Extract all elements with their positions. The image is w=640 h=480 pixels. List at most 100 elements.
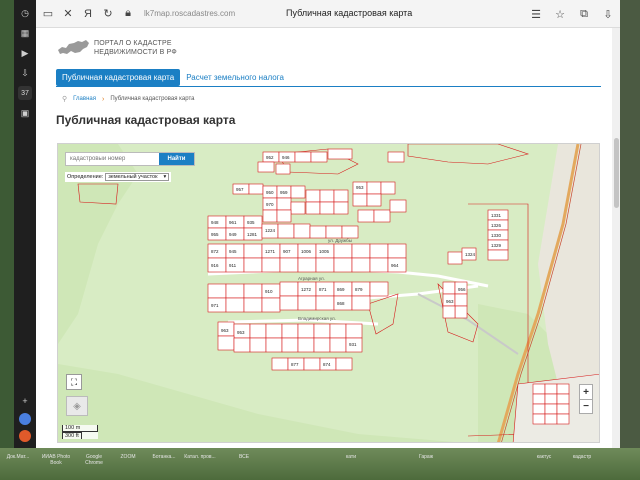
parcel-label: 907: [283, 249, 291, 254]
chevron-down-icon: ▾: [163, 174, 167, 180]
parcel-label: 948: [211, 220, 219, 225]
bookmark-star-icon[interactable]: ☆: [552, 6, 568, 22]
close-tab-icon[interactable]: ✕: [60, 6, 76, 22]
parcel-label: 971: [211, 303, 219, 308]
parcel-label: 1331: [491, 213, 502, 218]
parcel-label: 916: [211, 263, 219, 268]
parcel-label: 868: [337, 301, 345, 306]
parcel-label: 869: [337, 287, 345, 292]
parcel-label: 1006: [301, 249, 312, 254]
cadastral-number-input[interactable]: [66, 153, 159, 165]
definition-value: земельный участок: [108, 174, 158, 180]
tabs-icon[interactable]: ▦: [18, 26, 32, 40]
page-scrollbar[interactable]: [612, 28, 620, 448]
parcel-label: 957: [236, 187, 244, 192]
russia-map-logo: [58, 40, 89, 54]
fullscreen-button[interactable]: ⛶: [66, 374, 82, 390]
parcel-label: 963: [221, 328, 229, 333]
tab-land-tax[interactable]: Расчет земельного налога: [186, 73, 284, 82]
parcel-label: 910: [265, 289, 273, 294]
desktop-shortcut[interactable]: Google Chrome: [78, 454, 110, 466]
parcel-label: 955: [211, 232, 219, 237]
parcel-label: 874: [323, 362, 331, 367]
parcel-label: 1324: [465, 252, 476, 257]
parcel-label: 953: [356, 185, 364, 190]
desktop-shortcut[interactable]: ZOOM: [112, 454, 144, 460]
desktop-shortcut[interactable]: кактус: [528, 454, 560, 460]
parcel-label: 1329: [491, 243, 502, 248]
browser-window: ▭ ✕ Я ↻ 🔒︎ lk7map.roscadastres.com Публи…: [36, 0, 620, 448]
street-label: Аграрная ул.: [298, 276, 325, 281]
breadcrumb-current: Публичная кадастровая карта: [110, 96, 195, 102]
desktop-shortcut[interactable]: Ботанка...: [148, 454, 180, 460]
map-scale: 100 m 300 ft: [62, 425, 98, 439]
cadastral-map[interactable]: 952 946 957 950 959 953 970 948 961 935 …: [57, 143, 600, 443]
breadcrumb-chevron-icon: ›: [101, 95, 105, 103]
app-icon-blue[interactable]: [19, 413, 31, 425]
desktop-shortcut[interactable]: Гараж: [410, 454, 442, 460]
url-field[interactable]: lk7map.roscadastres.com: [144, 9, 264, 18]
parcel-label: 970: [266, 202, 274, 207]
layers-icon: ◈: [73, 400, 81, 412]
parcel-label: 872: [211, 249, 219, 254]
parcel-label: 877: [291, 362, 299, 367]
history-icon[interactable]: ◷: [18, 6, 32, 20]
cadastral-search: Найти: [65, 152, 195, 166]
parcel-label: 950: [266, 190, 274, 195]
scrollbar-thumb[interactable]: [614, 138, 619, 208]
zoom-out-button[interactable]: −: [580, 399, 592, 413]
app-icon-orange[interactable]: [19, 430, 31, 442]
desktop-shortcut[interactable]: ИИАВ Photo Book: [40, 454, 72, 466]
desktop-shortcut[interactable]: Док.Мат...: [2, 454, 34, 460]
location-pin-icon: ⚲: [62, 96, 68, 103]
fullscreen-icon: ⛶: [70, 376, 78, 387]
portal-line1: ПОРТАЛ О КАДАСТРЕ: [94, 40, 172, 47]
desktop-shortcut[interactable]: кати: [335, 454, 367, 460]
street-label: ул. Дружбы: [328, 238, 352, 243]
portal-title: ПОРТАЛ О КАДАСТРЕ НЕДВИЖИМОСТИ В РФ: [94, 39, 177, 57]
download-toolbar-icon[interactable]: ⇩: [600, 6, 616, 22]
desktop-shortcut[interactable]: ВСЕ: [228, 454, 260, 460]
parcel-label: 952: [266, 155, 274, 160]
parcel-label: 1330: [491, 233, 502, 238]
desktop-right-strip: [620, 0, 640, 448]
download-icon[interactable]: ⇩: [18, 66, 32, 80]
browser-toolbar: ▭ ✕ Я ↻ 🔒︎ lk7map.roscadastres.com Публи…: [36, 0, 620, 28]
site-header[interactable]: ПОРТАЛ О КАДАСТРЕ НЕДВИЖИМОСТИ В РФ: [56, 38, 177, 58]
scale-feet: 300 ft: [62, 432, 82, 439]
parcel-label: 956: [458, 287, 466, 292]
search-button[interactable]: Найти: [159, 153, 194, 165]
map-canvas[interactable]: 952 946 957 950 959 953 970 948 961 935 …: [58, 144, 600, 443]
parcel-label: 945: [229, 249, 237, 254]
breadcrumb: ⚲ Главная › Публичная кадастровая карта: [62, 95, 195, 104]
desktop-shortcut[interactable]: кадастр: [566, 454, 598, 460]
new-tab-icon[interactable]: ▭: [40, 6, 56, 22]
lock-icon: 🔒︎: [125, 7, 131, 19]
parcel-label: 1271: [265, 249, 276, 254]
desktop-shortcut[interactable]: Катал. пров...: [184, 454, 216, 460]
definition-select[interactable]: земельный участок ▾: [105, 173, 170, 181]
street-label: Владимирская ул.: [298, 316, 336, 321]
parcel-label: 964: [391, 263, 399, 268]
parcel-label: 961: [229, 220, 237, 225]
parcel-label: 963: [446, 299, 454, 304]
bookmarks-icon[interactable]: ☰: [528, 6, 544, 22]
play-icon[interactable]: ▶: [18, 46, 32, 60]
layers-button[interactable]: ◈: [66, 396, 88, 416]
reload-icon[interactable]: ↻: [100, 6, 116, 22]
parcel-label: 1326: [491, 223, 502, 228]
parcel-label: 871: [319, 287, 327, 292]
page-title: Публичная кадастровая карта: [56, 113, 236, 127]
parcel-label: 931: [349, 342, 357, 347]
desktop-left-strip: [0, 0, 14, 480]
zoom-in-button[interactable]: +: [580, 385, 592, 399]
collections-icon[interactable]: ▣: [18, 106, 32, 120]
tab-cadastral-map[interactable]: Публичная кадастровая карта: [56, 69, 181, 86]
notification-badge[interactable]: 37: [18, 86, 32, 100]
parcel-label: 879: [355, 287, 363, 292]
yandex-icon[interactable]: Я: [80, 6, 96, 22]
parcel-label: 1224: [265, 228, 276, 233]
extensions-icon[interactable]: ⧉: [576, 6, 592, 22]
breadcrumb-home[interactable]: Главная: [73, 96, 96, 102]
add-icon[interactable]: +: [18, 394, 32, 408]
